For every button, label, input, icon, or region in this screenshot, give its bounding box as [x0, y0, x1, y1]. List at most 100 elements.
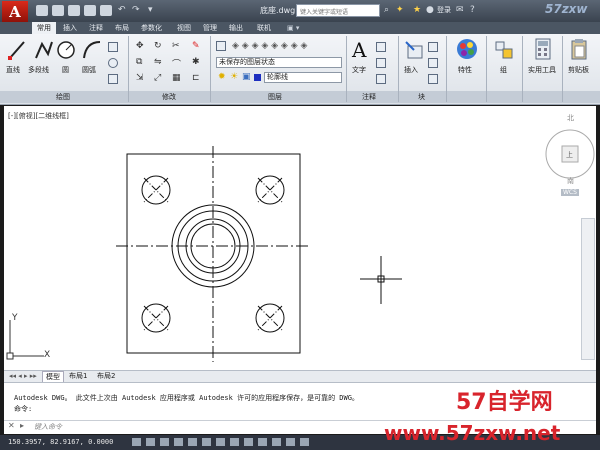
sign-in-link[interactable]: 登录: [437, 5, 451, 15]
command-input[interactable]: 键入命令: [34, 422, 62, 432]
ortho-mode-icon[interactable]: [160, 438, 169, 446]
plot-icon[interactable]: [100, 5, 112, 16]
properties-label[interactable]: 特性: [458, 65, 472, 75]
tab-online[interactable]: 联机: [252, 22, 276, 34]
search-icon[interactable]: ⌕: [384, 5, 389, 15]
wcs-menu[interactable]: WCS: [561, 189, 579, 196]
tab-annotate[interactable]: 注释: [84, 22, 108, 34]
leader-icon[interactable]: [376, 58, 386, 68]
insert-block-icon[interactable]: [404, 40, 424, 60]
insert-tool-label[interactable]: 插入: [404, 65, 418, 75]
erase-icon[interactable]: ✎: [192, 41, 200, 51]
line-icon[interactable]: [8, 40, 26, 60]
arc-tool-label[interactable]: 圆弧: [82, 65, 96, 75]
explode-icon[interactable]: ✱: [192, 57, 200, 67]
tab-layout1[interactable]: 布局1: [66, 371, 90, 381]
help-icon[interactable]: ?: [470, 5, 475, 15]
lineweight-icon[interactable]: [258, 438, 267, 446]
tab-layout[interactable]: 布局: [110, 22, 134, 34]
star-icon[interactable]: ★: [413, 5, 421, 15]
array-icon[interactable]: ▦: [172, 73, 181, 83]
stretch-icon[interactable]: ⇲: [136, 73, 144, 83]
viewcube-south[interactable]: 南: [567, 176, 574, 186]
transparency-icon[interactable]: [272, 438, 281, 446]
group-icon[interactable]: [494, 40, 514, 60]
rectangle-icon[interactable]: [108, 42, 118, 52]
selection-cycling-icon[interactable]: [300, 438, 309, 446]
quick-properties-icon[interactable]: [286, 438, 295, 446]
text-icon[interactable]: A: [352, 38, 366, 62]
properties-palette-icon[interactable]: [456, 38, 478, 60]
application-menu-button[interactable]: A: [2, 1, 28, 23]
mirror-icon[interactable]: ⇋: [154, 57, 162, 67]
scale-icon[interactable]: ⤢: [154, 73, 161, 83]
tab-layout2[interactable]: 布局2: [94, 371, 118, 381]
fillet-icon[interactable]: ⌒: [172, 57, 181, 70]
redo-icon[interactable]: ↷: [132, 5, 140, 15]
tab-home[interactable]: 常用: [32, 22, 56, 34]
offset-icon[interactable]: ⊏: [192, 73, 200, 83]
table-icon[interactable]: [376, 74, 386, 84]
quick-access-dropdown-icon[interactable]: ▾: [148, 5, 153, 15]
circle-icon[interactable]: [56, 40, 76, 60]
clipboard-icon[interactable]: [570, 38, 588, 60]
edit-block-icon[interactable]: [428, 58, 438, 68]
polar-tracking-icon[interactable]: [174, 438, 183, 446]
block-panel-label[interactable]: 块: [418, 92, 425, 102]
object-snap-tracking-icon[interactable]: [216, 438, 225, 446]
layer-tools-icon[interactable]: ◈ ◈ ◈ ◈ ◈ ◈ ◈ ◈: [232, 41, 307, 51]
polyline-icon[interactable]: [34, 40, 54, 60]
save-as-icon[interactable]: [84, 5, 96, 16]
group-label[interactable]: 组: [500, 65, 507, 75]
dynamic-input-icon[interactable]: [244, 438, 253, 446]
snap-mode-icon[interactable]: [132, 438, 141, 446]
tab-view[interactable]: 视图: [172, 22, 196, 34]
tab-output[interactable]: 输出: [224, 22, 248, 34]
tab-parametric[interactable]: 参数化: [136, 22, 167, 34]
ellipse-icon[interactable]: [108, 58, 118, 68]
utilities-label[interactable]: 实用工具: [528, 65, 556, 75]
current-layer-dropdown[interactable]: 轮廓线: [264, 72, 342, 83]
search-input[interactable]: 键入关键字或短语: [296, 4, 380, 17]
draw-panel-label[interactable]: 绘图: [56, 92, 70, 102]
circle-tool-label[interactable]: 圆: [62, 65, 69, 75]
clipboard-label[interactable]: 剪贴板: [568, 65, 589, 75]
annotation-panel-label[interactable]: 注释: [362, 92, 376, 102]
viewcube-top-face[interactable]: 上: [566, 150, 573, 160]
move-icon[interactable]: ✥: [136, 41, 144, 51]
3d-object-snap-icon[interactable]: [202, 438, 211, 446]
copy-icon[interactable]: ⧉: [136, 57, 142, 67]
modify-panel-label[interactable]: 修改: [162, 92, 176, 102]
layer-properties-icon[interactable]: [216, 41, 226, 51]
dynamic-ucs-icon[interactable]: [230, 438, 239, 446]
key-icon[interactable]: ✦: [396, 5, 404, 15]
navigation-bar[interactable]: [581, 218, 595, 360]
block-attribute-icon[interactable]: [428, 74, 438, 84]
tab-manage[interactable]: 管理: [198, 22, 222, 34]
user-icon[interactable]: ●: [426, 5, 434, 15]
grid-display-icon[interactable]: [146, 438, 155, 446]
close-command-icon[interactable]: ✕: [8, 421, 15, 430]
new-file-icon[interactable]: [36, 5, 48, 16]
open-file-icon[interactable]: [52, 5, 64, 16]
tab-insert[interactable]: 插入: [58, 22, 82, 34]
polyline-tool-label[interactable]: 多段线: [28, 65, 49, 75]
utilities-icon[interactable]: [534, 38, 552, 60]
object-snap-icon[interactable]: [188, 438, 197, 446]
layers-panel-label[interactable]: 图层: [268, 92, 282, 102]
trim-icon[interactable]: ✂: [172, 41, 180, 51]
create-block-icon[interactable]: [428, 42, 438, 52]
rotate-icon[interactable]: ↻: [154, 41, 162, 51]
arc-icon[interactable]: [82, 40, 102, 60]
command-prompt-icon[interactable]: ▸: [20, 421, 24, 430]
text-tool-label[interactable]: 文字: [352, 65, 366, 75]
undo-icon[interactable]: ↶: [118, 5, 126, 15]
drawing-canvas[interactable]: [4, 106, 596, 370]
hatch-icon[interactable]: [108, 74, 118, 84]
viewcube-north[interactable]: 北: [567, 113, 574, 123]
exchange-icon[interactable]: ✉: [456, 5, 464, 15]
line-tool-label[interactable]: 直线: [6, 65, 20, 75]
dimension-icon[interactable]: [376, 42, 386, 52]
ribbon-options-icon[interactable]: ▣ ▾: [282, 22, 304, 34]
tab-nav-arrows[interactable]: ◂◂ ◂ ▸ ▸▸: [6, 371, 40, 381]
